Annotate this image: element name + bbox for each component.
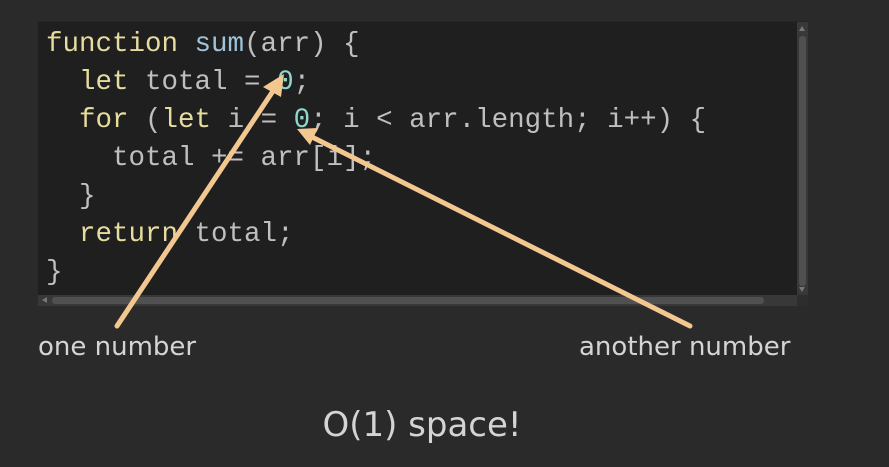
scroll-up-icon[interactable] <box>799 26 805 31</box>
code-line-4: total += arr[i]; <box>46 143 377 174</box>
code-line-1: function sum(arr) { <box>46 29 360 60</box>
horizontal-scrollbar[interactable] <box>38 295 807 306</box>
code-line-5: } <box>46 181 96 212</box>
scrollbar-corner <box>797 295 808 306</box>
scroll-down-icon[interactable] <box>799 287 805 292</box>
vertical-scrollbar[interactable] <box>797 22 808 306</box>
code-line-6: return total; <box>79 219 294 250</box>
code-block: function sum(arr) { let total = 0; for (… <box>46 26 798 292</box>
slide: function sum(arr) { let total = 0; for (… <box>0 0 889 467</box>
label-another-number: another number <box>579 332 791 362</box>
caption: O(1) space! <box>322 405 522 445</box>
code-line-2: let total = 0; <box>79 67 311 98</box>
code-line-7: } <box>46 257 63 288</box>
horizontal-scroll-thumb[interactable] <box>52 297 764 304</box>
vertical-scroll-thumb[interactable] <box>799 36 806 286</box>
scroll-left-icon[interactable] <box>42 297 47 303</box>
code-line-3: for (let i = 0; i < arr.length; i++) { <box>79 105 707 136</box>
label-one-number: one number <box>38 332 197 362</box>
code-editor: function sum(arr) { let total = 0; for (… <box>38 21 808 306</box>
